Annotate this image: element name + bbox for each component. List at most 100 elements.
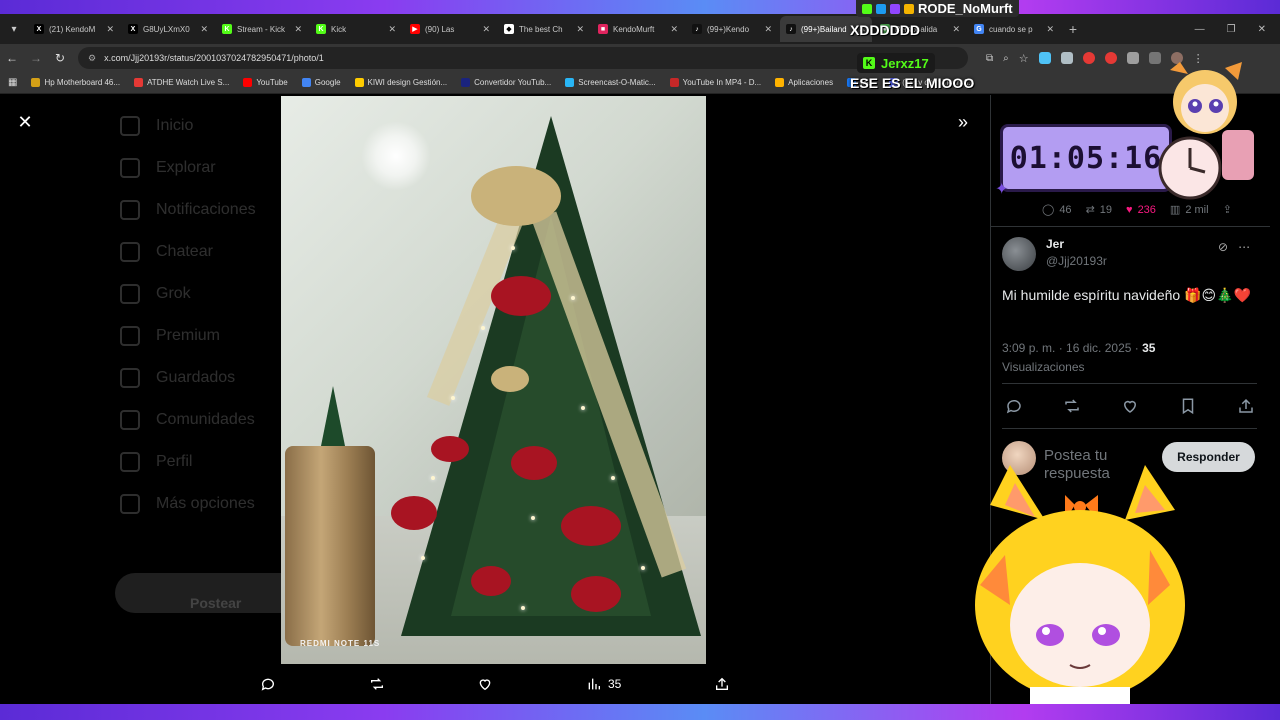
reply-button[interactable] [260,676,276,692]
minimize-icon[interactable]: — [1195,24,1205,35]
author-handle[interactable]: @Jjj20193r [1046,254,1107,268]
bookmark-item[interactable]: YouTube [243,78,288,87]
site-info-icon[interactable]: ⚙ [88,53,96,64]
expand-sidebar-icon[interactable]: » [952,111,974,133]
tree-light [641,566,645,570]
bookmark-item[interactable]: YouTube In MP4 - D... [669,78,762,87]
grok-icon[interactable]: ⊘ [1218,240,1228,254]
nav-icon [120,368,140,388]
prev-share[interactable]: ⇪ [1223,203,1232,216]
tab-favicon: G [974,24,984,34]
bookmark-label: Screencast-O-Matic... [578,78,656,87]
tab-close-icon[interactable]: ✕ [576,24,584,35]
browser-tab[interactable]: K Kick ✕ [310,16,402,42]
screenshot-icon[interactable]: ⧉ [986,53,993,64]
views-count: 35 [607,677,622,691]
tab-close-icon[interactable]: ✕ [200,24,208,35]
tree-light [511,246,515,250]
repost-button[interactable] [369,676,385,692]
tab-favicon: ■ [598,24,608,34]
chat-username: K Jerxz17 [857,53,935,73]
zoom-icon[interactable]: ⌕ [1003,53,1009,64]
sparkle-icon: ✦ [995,181,1009,198]
stream-frame-bottom [0,704,1280,720]
like-button[interactable] [477,676,493,692]
browser-tab[interactable]: ■ KendoMurft ✕ [592,16,684,42]
bookmark-favicon [354,78,364,87]
tab-close-icon[interactable]: ✕ [670,24,678,35]
views-button[interactable]: 35 [586,676,621,692]
repost-icon[interactable] [1063,397,1081,415]
bookmark-item[interactable]: Hp Motherboard 46... [31,78,120,87]
share-button[interactable] [714,676,730,692]
browser-tab[interactable]: X (21) KendoM ✕ [28,16,120,42]
new-tab-icon[interactable]: + [1062,21,1084,37]
browser-tab[interactable]: K Stream - Kick ✕ [216,16,308,42]
reload-icon[interactable]: ↻ [48,51,72,65]
avatar[interactable] [1002,237,1036,271]
extension-icon[interactable] [1060,52,1073,64]
ornament-bow [571,576,621,612]
browser-tab[interactable]: ▶ (90) Las ✕ [404,16,496,42]
tweet-author[interactable]: Jer @Jjj20193r [1002,237,1107,271]
reply-icon[interactable] [1005,397,1023,415]
back-icon[interactable]: ← [0,51,24,65]
tab-favicon: K [316,24,326,34]
window-close-icon[interactable]: ✕ [1258,24,1266,35]
nav-label: Premium [156,327,221,344]
tab-close-icon[interactable]: ✕ [764,24,772,35]
extension-icon[interactable] [1038,52,1051,64]
bookmark-item[interactable]: Screencast-O-Matic... [565,78,656,87]
url-input[interactable]: ⚙ x.com/Jjj20193r/status/200103702478295… [78,47,968,69]
tab-close-icon[interactable]: ✕ [106,24,114,35]
tab-close-icon[interactable]: ✕ [1046,24,1054,35]
prev-views[interactable]: ▥ 2 mil [1170,203,1209,217]
more-options-icon[interactable]: ⋯ [1238,240,1250,254]
heart-icon[interactable] [1121,397,1139,415]
apps-grid-icon[interactable]: ▦ [8,77,17,88]
bookmark-label: YouTube In MP4 - D... [682,78,762,87]
reply-icon [261,678,274,691]
close-photo-icon[interactable]: ✕ [14,111,36,133]
bookmark-label: Aplicaciones [788,78,834,87]
bookmark-icon[interactable] [1179,397,1197,415]
bookmark-item[interactable]: Google [301,78,341,87]
tab-label: (90) Las [425,24,455,34]
repost-icon: ⇄ [1085,204,1095,216]
ornament-bow [491,276,551,316]
tab-close-icon[interactable]: ✕ [388,24,396,35]
browser-tab[interactable]: X G8UyLXmX0 ✕ [122,16,214,42]
browser-tab[interactable]: Gcuando se p ✕ [968,16,1060,42]
tab-search-icon[interactable]: ▾ [0,24,28,35]
tab-favicon: ♪ [786,24,796,34]
tweet-timestamp[interactable]: 3:09 p. m. · 16 dic. 2025 · [1002,341,1142,355]
extension-icon[interactable] [1082,52,1095,64]
prev-reposts[interactable]: ⇄ 19 [1085,203,1112,217]
author-name[interactable]: Jer [1046,237,1107,251]
extension-icon[interactable] [1104,52,1117,64]
nav-icon [120,326,140,346]
browser-tab[interactable]: ◆ The best Ch ✕ [498,16,590,42]
maximize-icon[interactable]: ❐ [1227,24,1236,35]
tree-light [531,516,535,520]
background-nav-item: Inicio [120,105,300,147]
bookmark-item[interactable]: Aplicaciones [775,78,833,87]
bookmark-star-icon[interactable]: ☆ [1019,52,1029,65]
browser-tab[interactable]: ♪ (99+)Kendo ✕ [686,16,778,42]
forward-icon[interactable]: → [24,51,48,65]
tab-close-icon[interactable]: ✕ [482,24,490,35]
bookmark-item[interactable]: Convertidor YouTub... [461,78,551,87]
share-icon[interactable] [1237,397,1255,415]
bookmark-label: Convertidor YouTub... [474,78,552,87]
window-controls: — ❐ ✕ [1195,24,1280,35]
tab-close-icon[interactable]: ✕ [294,24,302,35]
prev-likes[interactable]: ♥ 236 [1126,204,1156,216]
bookmark-item[interactable]: ATDHE Watch Live S... [134,78,229,87]
extensions-puzzle-icon[interactable] [1126,52,1139,64]
prev-replies[interactable]: ◯ 46 [1042,203,1072,217]
bookmark-item[interactable]: KIWI design Gestión... [354,78,447,87]
background-nav-item: Explorar [120,147,300,189]
tab-close-icon[interactable]: ✕ [952,24,960,35]
nav-label: Guardados [156,369,236,386]
divider [1002,383,1257,384]
